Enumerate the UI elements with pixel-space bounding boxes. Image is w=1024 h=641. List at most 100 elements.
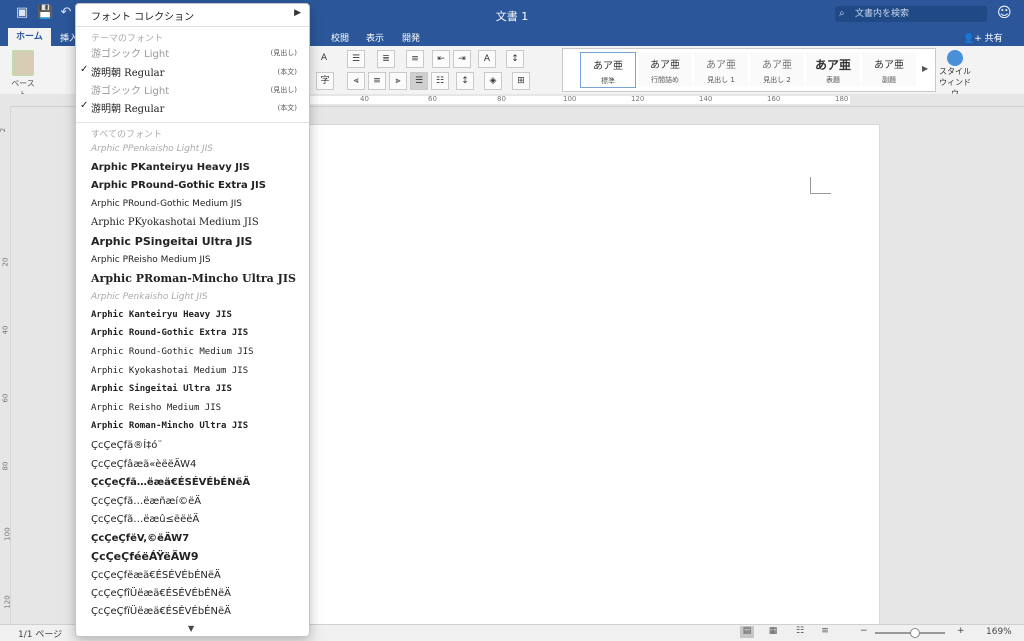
font-item-theme-heading[interactable]: 游ゴシック Light (91, 82, 169, 97)
style-heading-2[interactable]: あア亜 見出し 2 (750, 52, 804, 86)
document-page[interactable] (308, 124, 880, 626)
font-item[interactable]: ÇcÇeÇfã…ëæñæí©ëÄ (91, 496, 201, 507)
numbering-icon[interactable]: ≣ (377, 50, 395, 68)
ruler-number: 100 (563, 95, 577, 103)
page-count[interactable]: 1/1 ページ (18, 627, 62, 640)
styles-gallery: あア亜 標準 あア亜 行間詰め あア亜 見出し 1 あア亜 見出し 2 あア亜 … (562, 48, 936, 92)
font-item[interactable]: ÇcÇeÇfä®Í‡ó¨ (91, 440, 162, 451)
font-item[interactable]: Arphic Kanteiryu Heavy JIS (91, 310, 232, 320)
font-role-tag: (見出し) (270, 86, 297, 94)
text-effects-icon[interactable]: A (316, 50, 332, 66)
line-spacing-icon[interactable]: ↕ (456, 72, 474, 90)
all-fonts-title: すべてのフォント (91, 130, 163, 140)
font-collection-item[interactable]: フォント コレクション ▶ (76, 4, 309, 27)
borders-icon[interactable]: ⊞ (512, 72, 530, 90)
font-collection-label: フォント コレクション (91, 12, 195, 23)
vruler-number: 40 (1, 325, 10, 335)
zoom-out-icon[interactable]: − (860, 626, 868, 636)
style-no-spacing[interactable]: あア亜 行間詰め (638, 52, 692, 86)
print-layout-view-icon[interactable]: ▤ (740, 626, 754, 638)
font-item[interactable]: Arphic Round-Gothic Medium JIS (91, 347, 254, 357)
style-label: 見出し 1 (707, 76, 735, 84)
zoom-in-icon[interactable]: + (957, 626, 965, 636)
font-item[interactable]: ÇcÇeÇféëÁŸëÄW9 (91, 550, 199, 563)
search-input[interactable]: ⌕ 文書内を検索 (835, 6, 987, 22)
distribute-icon[interactable]: ☷ (431, 72, 449, 90)
style-window-button[interactable]: スタイル ウィンドウ (937, 50, 973, 99)
font-item[interactable]: ÇcÇeÇfîÜëæä€ÉSÉVÉbÉNëÄ (91, 588, 231, 599)
style-label: 行間詰め (651, 76, 679, 84)
font-item[interactable]: ÇcÇeÇfâæä«èëëÄW4 (91, 459, 196, 470)
clipboard-icon (12, 50, 34, 76)
font-item-theme-heading[interactable]: 游ゴシック Light (91, 45, 301, 60)
font-item[interactable]: Arphic PRound-Gothic Medium JIS (91, 199, 242, 209)
font-item[interactable]: Arphic PSingeitai Ultra JIS (91, 235, 252, 248)
tab-review[interactable]: 校閲 (325, 30, 355, 45)
align-left-icon[interactable]: ⫷ (347, 72, 365, 90)
draft-view-icon[interactable]: ≡ (818, 626, 832, 638)
font-item-theme-body[interactable]: 游明朝 Regular (91, 100, 164, 115)
vertical-ruler[interactable]: 2 20 40 60 80 100 120 (0, 106, 12, 624)
checkmark-icon: ✓ (80, 64, 89, 75)
style-sample: あア亜 (874, 60, 904, 71)
feedback-smiley-icon[interactable]: ☺ (997, 5, 1012, 21)
tab-developer[interactable]: 開発 (396, 30, 426, 45)
ruler-number: 120 (631, 95, 645, 103)
font-item[interactable]: Arphic Round-Gothic Extra JIS (91, 328, 248, 338)
style-sample: あア亜 (814, 58, 851, 72)
font-item[interactable]: Arphic PRoman-Mincho Ultra JIS (91, 272, 296, 285)
scroll-down-arrow-icon[interactable]: ▼ (188, 624, 194, 633)
align-right-icon[interactable]: ⫸ (389, 72, 407, 90)
style-normal[interactable]: あア亜 標準 (580, 52, 636, 88)
font-item-theme-body[interactable]: 游明朝 Regular (91, 64, 164, 79)
tab-home[interactable]: ホーム (8, 28, 51, 46)
style-label: 副題 (882, 76, 896, 84)
shading-icon[interactable]: ◈ (484, 72, 502, 90)
enclosed-char-icon[interactable]: 字 (316, 72, 334, 90)
font-item[interactable]: ÇcÇeÇfã…ëæû≤ëëëÄ (91, 514, 199, 525)
font-role-tag: (本文) (277, 104, 297, 112)
align-center-icon[interactable]: ≡ (368, 72, 386, 90)
style-heading-1[interactable]: あア亜 見出し 1 (694, 52, 748, 86)
style-subtitle[interactable]: あア亜 副題 (862, 52, 916, 86)
bullets-icon[interactable]: ☰ (347, 50, 365, 68)
font-item[interactable]: ÇcÇeÇfëV,©ëÄW7 (91, 533, 189, 544)
increase-indent-icon[interactable]: ⇥ (453, 50, 471, 68)
vruler-number: 80 (1, 461, 10, 471)
font-name: 游明朝 Regular (91, 104, 165, 115)
font-item[interactable]: ÇcÇeÇfïÜëæä€ÉSÉVÉbÉNëÄ (91, 606, 231, 617)
zoom-level[interactable]: 169% (986, 627, 1012, 637)
font-item[interactable]: Arphic Penkaisho Light JIS (91, 292, 208, 302)
vruler-number: 100 (3, 527, 12, 541)
web-layout-view-icon[interactable]: ▦ (766, 626, 780, 638)
font-dropdown-menu: フォント コレクション ▶ テーマのフォント 游ゴシック Light (見出し)… (75, 3, 310, 637)
style-sample: あア亜 (762, 60, 792, 71)
font-item[interactable]: Arphic PReisho Medium JIS (91, 255, 211, 265)
font-item[interactable]: Arphic Kyokashotai Medium JIS (91, 366, 248, 376)
font-item[interactable]: Arphic Singeitai Ultra JIS (91, 384, 232, 394)
checkmark-icon: ✓ (80, 100, 89, 111)
font-item[interactable]: ÇcÇeÇfëæä€ÉSÉVÉbÉNëÄ (91, 570, 221, 581)
font-item[interactable]: Arphic PPenkaisho Light JIS (91, 144, 213, 154)
paste-button[interactable]: ペースト (8, 50, 38, 100)
zoom-slider-thumb[interactable] (910, 628, 920, 638)
outline-view-icon[interactable]: ☷ (793, 626, 807, 638)
font-item[interactable]: ÇcÇeÇfã…ëæä€ÉSÉVÉbÉNëÄ (91, 477, 250, 488)
asian-layout-icon[interactable]: A (478, 50, 496, 68)
font-item[interactable]: Arphic Reisho Medium JIS (91, 403, 221, 413)
font-item[interactable]: Arphic PKyokashotai Medium JIS (91, 217, 259, 228)
font-item[interactable]: Arphic PKanteiryu Heavy JIS (91, 162, 250, 173)
multilevel-list-icon[interactable]: ≡ (406, 50, 424, 68)
font-item[interactable]: Arphic Roman-Mincho Ultra JIS (91, 421, 248, 431)
style-title[interactable]: あア亜 表題 (806, 52, 860, 86)
tab-view[interactable]: 表示 (360, 30, 390, 45)
share-button[interactable]: 👤+ 共有 (963, 31, 1003, 44)
font-name: 游明朝 Regular (91, 68, 165, 79)
gallery-more-arrow-icon[interactable]: ▶ (922, 64, 928, 73)
style-label: 表題 (826, 76, 840, 84)
sort-icon[interactable]: ↕ (506, 50, 524, 68)
decrease-indent-icon[interactable]: ⇤ (432, 50, 450, 68)
vruler-number: 120 (3, 595, 12, 609)
justify-icon[interactable]: ☰ (410, 72, 428, 90)
font-item[interactable]: Arphic PRound-Gothic Extra JIS (91, 180, 266, 191)
